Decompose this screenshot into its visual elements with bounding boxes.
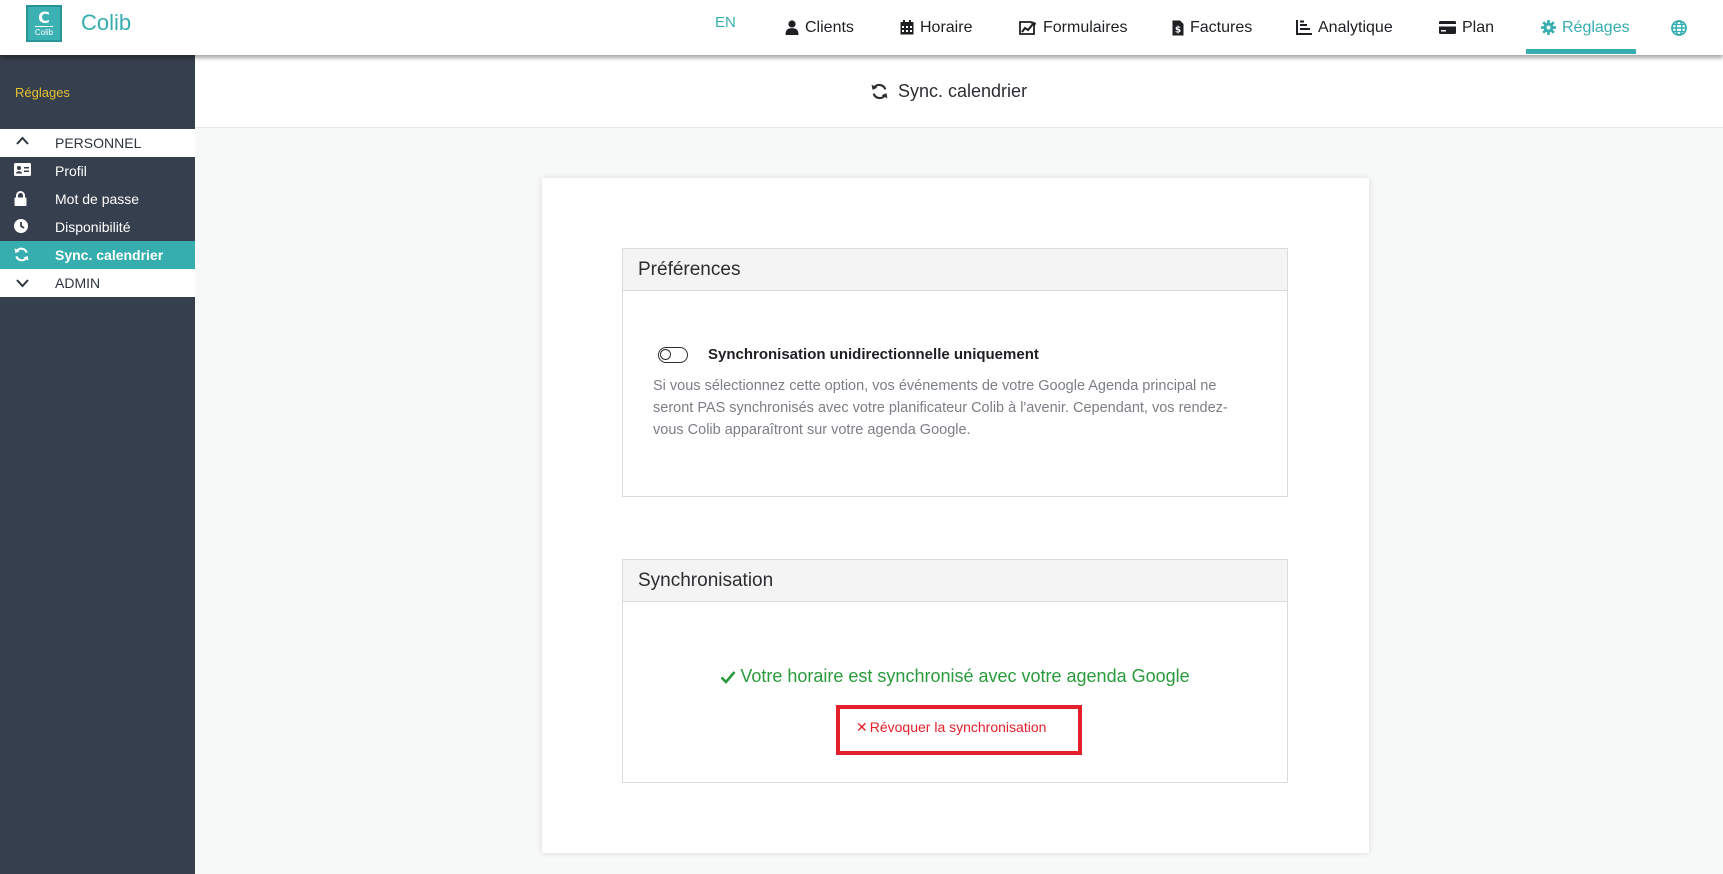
lock-icon (14, 191, 27, 206)
settings-card: Préférences Synchronisation unidirection… (542, 178, 1369, 853)
chart-icon (1296, 20, 1312, 35)
gear-icon (1541, 20, 1556, 35)
sidebar-item-disponibilite[interactable]: Disponibilité (0, 213, 195, 241)
nav-label: Analytique (1318, 18, 1393, 36)
credit-card-icon (1439, 21, 1456, 34)
top-navbar: C Colib Colib EN Clients Horaire Formula… (0, 0, 1723, 55)
nav-label: Plan (1462, 18, 1495, 36)
language-switch-en[interactable]: EN (715, 14, 736, 31)
brand-name[interactable]: Colib (81, 10, 131, 36)
logo-text: Colib (34, 26, 54, 37)
nav-label: Réglages (1562, 18, 1630, 36)
user-icon (785, 20, 799, 35)
nav-label: Clients (805, 18, 854, 36)
colib-logo[interactable]: C Colib (26, 5, 62, 42)
page-header: Sync. calendrier (195, 55, 1723, 128)
revoke-sync-label: Révoquer la synchronisation (869, 719, 1047, 735)
preferences-panel: Préférences Synchronisation unidirection… (622, 248, 1288, 497)
form-chart-icon (1019, 21, 1036, 35)
logo-c-icon: C (38, 8, 50, 27)
sidebar-title: Réglages (15, 85, 70, 100)
nav-formulaires[interactable]: Formulaires (1019, 0, 1127, 55)
sync-status-text: Votre horaire est synchronisé avec votre… (740, 666, 1190, 686)
nav-clients[interactable]: Clients (785, 0, 854, 55)
chevron-down-icon (16, 279, 29, 288)
sync-icon (871, 83, 888, 100)
active-tab-indicator (1526, 49, 1636, 54)
close-icon: ✕ (856, 719, 868, 735)
revoke-sync-button[interactable]: ✕ Révoquer la synchronisation (836, 705, 1082, 755)
globe-button[interactable] (1671, 0, 1693, 55)
nav-label: Formulaires (1043, 18, 1128, 36)
calendar-icon (900, 20, 914, 35)
id-card-icon (14, 163, 31, 176)
toggle-knob (660, 349, 671, 360)
sync-icon (14, 247, 29, 262)
nav-analytique[interactable]: Analytique (1296, 0, 1393, 55)
settings-sidebar: Réglages PERSONNEL Profil Mot de passe D… (0, 55, 195, 874)
synchronisation-panel: Synchronisation Votre horaire est synchr… (622, 559, 1288, 783)
sidebar-item-profil[interactable]: Profil (0, 157, 195, 185)
sidebar-item-mot-de-passe[interactable]: Mot de passe (0, 185, 195, 213)
nav-label: Factures (1190, 18, 1253, 36)
sidebar-item-label: Disponibilité (55, 219, 131, 235)
sidebar-item-label: Mot de passe (55, 191, 140, 207)
section-label: ADMIN (55, 275, 101, 291)
preferences-heading: Préférences (623, 249, 1287, 291)
one-way-sync-description: Si vous sélectionnez cette option, vos é… (653, 378, 1228, 438)
clock-icon (14, 219, 28, 233)
invoice-icon: $ (1172, 20, 1184, 35)
sidebar-item-label: Sync. calendrier (55, 247, 164, 263)
sync-status: Votre horaire est synchronisé avec votre… (623, 666, 1287, 687)
nav-factures[interactable]: $ Factures (1172, 0, 1252, 55)
one-way-sync-toggle[interactable] (658, 347, 688, 363)
nav-reglages[interactable]: Réglages (1541, 0, 1630, 55)
page-title-text: Sync. calendrier (898, 81, 1028, 101)
sidebar-section-admin[interactable]: ADMIN (0, 269, 195, 297)
check-icon (720, 671, 736, 684)
one-way-sync-label[interactable]: Synchronisation unidirectionnelle unique… (708, 346, 1039, 363)
chevron-up-icon (16, 136, 29, 145)
section-label: PERSONNEL (55, 135, 142, 151)
sidebar-item-sync-calendrier[interactable]: Sync. calendrier (0, 241, 195, 269)
sidebar-section-personnel[interactable]: PERSONNEL (0, 129, 195, 157)
nav-horaire[interactable]: Horaire (900, 0, 972, 55)
page-title: Sync. calendrier (871, 81, 1027, 102)
globe-icon (1671, 19, 1687, 36)
sidebar-item-label: Profil (55, 163, 87, 179)
nav-plan[interactable]: Plan (1439, 0, 1494, 55)
svg-text:$: $ (1175, 25, 1181, 35)
nav-label: Horaire (920, 18, 973, 36)
synchronisation-heading: Synchronisation (623, 560, 1287, 602)
